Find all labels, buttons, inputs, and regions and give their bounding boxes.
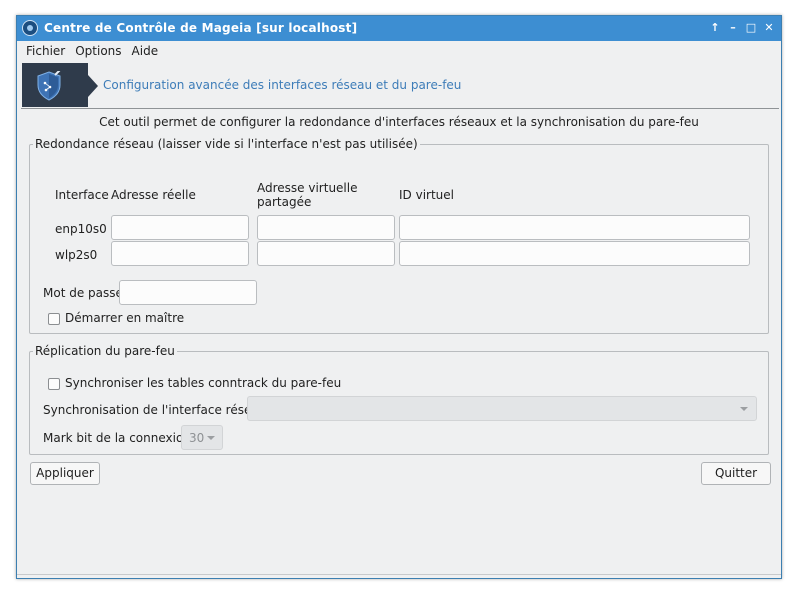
firewall-group-title: Réplication du pare-feu <box>35 344 175 358</box>
description-text: Cet outil permet de configurer la redond… <box>99 115 699 129</box>
close-icon[interactable]: ✕ <box>763 20 775 36</box>
row-interface-label: enp10s0 <box>55 222 107 236</box>
menu-aide[interactable]: Aide <box>132 44 159 58</box>
redundancy-group: Redondance réseau (laisser vide si l'int… <box>29 137 769 334</box>
chevron-down-icon <box>207 436 215 440</box>
header-virtual-address-line1: Adresse virtuelle <box>257 181 358 195</box>
sync-tables-label[interactable]: Synchroniser les tables conntrack du par… <box>65 376 341 390</box>
real-address-input-enp10s0[interactable] <box>111 215 249 240</box>
markbit-label: Mark bit de la connexion <box>43 431 191 445</box>
quit-button[interactable]: Quitter <box>701 462 771 485</box>
virtual-id-input-wlp2s0[interactable] <box>399 241 750 266</box>
markbit-select[interactable]: 30 <box>181 425 223 450</box>
keep-above-icon[interactable]: ↑ <box>709 20 721 36</box>
markbit-value: 30 <box>189 431 205 445</box>
virtual-address-input-wlp2s0[interactable] <box>257 241 395 266</box>
status-separator <box>17 574 781 575</box>
menu-fichier[interactable]: Fichier <box>26 44 65 58</box>
banner-image <box>22 63 98 107</box>
virtual-address-input-enp10s0[interactable] <box>257 215 395 240</box>
minimize-icon[interactable]: – <box>727 20 739 36</box>
header-real-address: Adresse réelle <box>111 188 196 202</box>
master-checkbox-label[interactable]: Démarrer en maître <box>65 311 184 325</box>
maximize-icon[interactable]: □ <box>745 20 757 36</box>
header-virtual-id: ID virtuel <box>399 188 454 202</box>
firewall-group: Réplication du pare-feu Synchroniser les… <box>29 344 769 455</box>
mageia-app-icon <box>22 20 38 36</box>
menu-bar: Fichier Options Aide <box>17 41 781 61</box>
header-virtual-address-line2: partagée <box>257 195 312 209</box>
virtual-id-input-enp10s0[interactable] <box>399 215 750 240</box>
sync-interface-label: Synchronisation de l'interface réseau <box>43 403 267 417</box>
header-banner: Configuration avancée des interfaces rés… <box>21 62 779 109</box>
redundancy-group-title: Redondance réseau (laisser vide si l'int… <box>35 137 418 151</box>
header-interface: Interface <box>55 188 109 202</box>
chevron-down-icon <box>740 407 748 411</box>
app-window: Centre de Contrôle de Mageia [sur localh… <box>16 15 782 579</box>
master-checkbox[interactable] <box>48 313 60 325</box>
shield-network-icon <box>37 71 61 101</box>
apply-button[interactable]: Appliquer <box>30 462 100 485</box>
window-controls: ↑ – □ ✕ <box>709 20 775 36</box>
window-title: Centre de Contrôle de Mageia [sur localh… <box>44 21 358 35</box>
row-interface-label: wlp2s0 <box>55 248 98 262</box>
password-label: Mot de passe <box>43 286 123 300</box>
real-address-input-wlp2s0[interactable] <box>111 241 249 266</box>
title-bar[interactable]: Centre de Contrôle de Mageia [sur localh… <box>17 16 781 41</box>
banner-title: Configuration avancée des interfaces rés… <box>103 78 462 92</box>
sync-interface-select[interactable] <box>247 396 757 421</box>
sync-tables-checkbox[interactable] <box>48 378 60 390</box>
menu-options[interactable]: Options <box>75 44 121 58</box>
password-input[interactable] <box>119 280 257 305</box>
